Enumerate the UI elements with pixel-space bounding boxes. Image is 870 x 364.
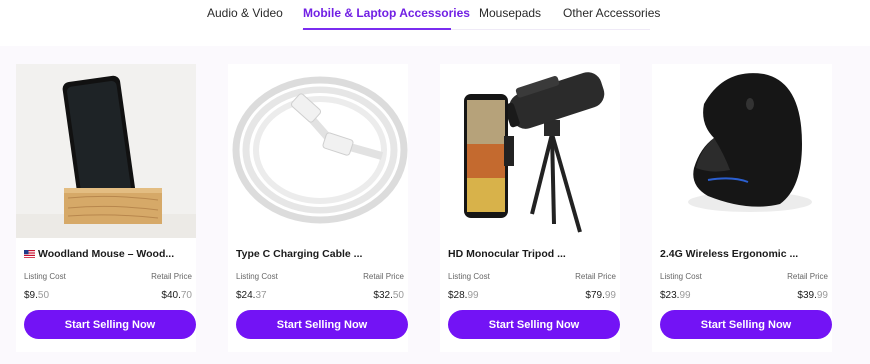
product-image-cable[interactable] xyxy=(228,64,408,238)
retail-price-value: $39.99 xyxy=(797,290,828,301)
listing-cost-value: $23.99 xyxy=(660,290,691,301)
listing-cost-label: Listing Cost xyxy=(236,272,278,281)
tab-audio-video[interactable]: Audio & Video xyxy=(207,6,283,20)
retail-price-label: Retail Price xyxy=(151,272,192,281)
active-tab-indicator xyxy=(303,28,451,30)
retail-price-label: Retail Price xyxy=(787,272,828,281)
product-title[interactable]: 2.4G Wireless Ergonomic ... xyxy=(660,248,830,260)
listing-cost-value: $28.99 xyxy=(448,290,479,301)
retail-price-value: $40.70 xyxy=(161,290,192,301)
start-selling-button[interactable]: Start Selling Now xyxy=(24,310,196,339)
product-image-phone-stand[interactable] xyxy=(16,64,196,238)
product-title[interactable]: Woodland Mouse – Wood... xyxy=(24,248,194,260)
tab-mobile-laptop-accessories[interactable]: Mobile & Laptop Accessories xyxy=(303,6,470,20)
product-image-ergonomic-mouse[interactable] xyxy=(652,64,832,238)
listing-cost-label: Listing Cost xyxy=(24,272,66,281)
product-card[interactable]: Type C Charging Cable ... Listing Cost R… xyxy=(228,64,408,352)
listing-cost-label: Listing Cost xyxy=(448,272,490,281)
start-selling-button[interactable]: Start Selling Now xyxy=(660,310,832,339)
tab-mousepads[interactable]: Mousepads xyxy=(479,6,541,20)
start-selling-button[interactable]: Start Selling Now xyxy=(236,310,408,339)
listing-cost-label: Listing Cost xyxy=(660,272,702,281)
retail-price-value: $79.99 xyxy=(585,290,616,301)
product-card[interactable]: 2.4G Wireless Ergonomic ... Listing Cost… xyxy=(652,64,832,352)
us-flag-icon xyxy=(24,250,35,258)
category-tabs: Audio & Video Mobile & Laptop Accessorie… xyxy=(0,0,870,32)
retail-price-label: Retail Price xyxy=(363,272,404,281)
retail-price-label: Retail Price xyxy=(575,272,616,281)
listing-cost-value: $24.37 xyxy=(236,290,267,301)
product-image-monocular[interactable] xyxy=(440,64,620,238)
product-card[interactable]: HD Monocular Tripod ... Listing Cost Ret… xyxy=(440,64,620,352)
listing-cost-value: $9.50 xyxy=(24,290,50,301)
product-title[interactable]: Type C Charging Cable ... xyxy=(236,248,406,260)
product-title[interactable]: HD Monocular Tripod ... xyxy=(448,248,618,260)
retail-price-value: $32.50 xyxy=(373,290,404,301)
product-card[interactable]: Woodland Mouse – Wood... Listing Cost Re… xyxy=(16,64,196,352)
start-selling-button[interactable]: Start Selling Now xyxy=(448,310,620,339)
tab-other-accessories[interactable]: Other Accessories xyxy=(563,6,660,20)
